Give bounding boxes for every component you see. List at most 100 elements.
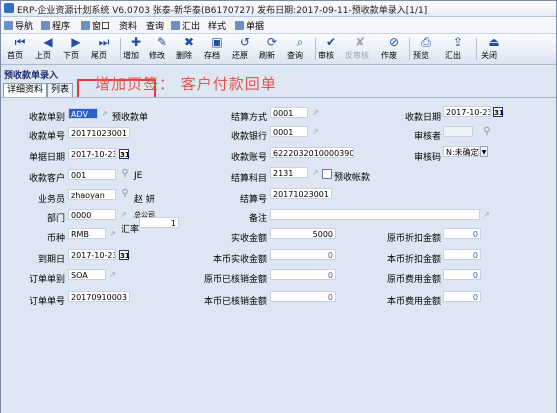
menu-style[interactable]: 样式 — [208, 19, 226, 32]
settle-subject-checkbox[interactable] — [322, 169, 332, 179]
prev-page-icon: ◀ — [43, 35, 53, 49]
remark-label: 备注 — [248, 214, 267, 224]
tab-list[interactable]: 列表 — [47, 83, 74, 97]
void-button[interactable]: ⊘ 作废 — [381, 36, 407, 63]
orig-fee-label: 原币费用金额 — [386, 275, 441, 285]
export-icon — [171, 21, 180, 30]
calendar-icon[interactable]: 31 — [119, 250, 130, 260]
currency-field[interactable]: RMB — [68, 228, 106, 239]
orig-writeoff-label: 原币已核销金额 — [203, 275, 267, 285]
local-discount-field[interactable]: 0 — [443, 249, 481, 260]
toolbar: ⏮ 首页 ◀ 上页 ▶ 下页 ⏭ 尾页 ✚ 增加 ✎ 修改 ✖ 删除 ▣ 存档 ↺ 还原 ⟳ 刷新 … — [1, 34, 556, 65]
toolbar-separator — [315, 38, 316, 60]
settle-method-field[interactable]: 0001 — [270, 107, 308, 118]
settle-no-field[interactable]: 20171023001 — [270, 188, 332, 199]
person-icon[interactable]: ⚲ — [119, 188, 131, 200]
annotation-text: 增加页签： 客户付款回单 — [95, 75, 277, 93]
orig-fee-field[interactable]: 0 — [443, 269, 481, 280]
order-no-field[interactable]: 20170910003 — [68, 291, 130, 302]
exit-icon: ⏏ — [488, 35, 500, 49]
chevron-down-icon[interactable]: ▼ — [480, 146, 488, 157]
document-icon — [235, 21, 244, 30]
calendar-icon[interactable]: 31 — [119, 149, 130, 159]
salesman-field[interactable]: zhaoyan — [68, 189, 116, 200]
preview-button[interactable]: ⎙ 预览 — [413, 36, 439, 63]
delete-icon: ✖ — [183, 35, 195, 49]
doc-no-field[interactable]: 20171023001 — [68, 127, 130, 138]
customer-label: 收款客户 — [28, 174, 65, 184]
lookup-icon[interactable]: ↗ — [311, 168, 320, 177]
menu-data[interactable]: 资料 — [119, 19, 137, 32]
orig-discount-field[interactable]: 0 — [443, 228, 481, 239]
local-actual-field[interactable]: 0 — [270, 249, 336, 260]
doc-type-field[interactable]: ADV — [68, 108, 98, 119]
save-button[interactable]: ▣ 存档 — [204, 36, 230, 63]
edit-icon: ✎ — [156, 35, 168, 49]
lookup-icon[interactable]: ↗ — [108, 229, 117, 238]
remark-field[interactable] — [270, 209, 480, 220]
menu-window[interactable]: 窗口 — [81, 19, 110, 32]
orig-discount-label: 原币折扣金额 — [386, 234, 441, 244]
auditor-field[interactable] — [443, 126, 473, 137]
order-type-field[interactable]: SOA — [68, 269, 106, 280]
auditor-label: 审核者 — [413, 132, 441, 142]
query-button[interactable]: ⌕ 查询 — [287, 36, 313, 63]
undo-button[interactable]: ↺ 还原 — [232, 36, 258, 63]
nav-icon — [4, 21, 13, 30]
window-title: ERP-企业资源计划系统 V6.0703 张泰-新华泰(B6170727) 发布… — [17, 6, 428, 16]
unapprove-button[interactable]: ✘ 反审核 — [345, 36, 375, 63]
app-icon — [4, 3, 14, 13]
audit-code-field[interactable]: N:未确定 — [443, 146, 479, 157]
delete-button[interactable]: ✖ 删除 — [176, 36, 202, 63]
account-label: 收款账号 — [230, 153, 267, 163]
bank-label: 收款银行 — [230, 132, 267, 142]
local-fee-field[interactable]: 0 — [443, 291, 481, 302]
edit-button[interactable]: ✎ 修改 — [149, 36, 175, 63]
menu-program[interactable]: 程序 — [41, 19, 70, 32]
lookup-icon[interactable]: ↗ — [119, 210, 128, 219]
lookup-icon[interactable]: ↗ — [311, 127, 320, 136]
doc-no-label: 收款单号 — [28, 132, 65, 142]
close-button[interactable]: ⏏ 关闭 — [481, 36, 507, 63]
due-date-label: 到期日 — [37, 255, 65, 265]
menu-export[interactable]: 汇出 — [171, 19, 200, 32]
export-icon: ⇪ — [452, 35, 464, 49]
next-page-button[interactable]: ▶ 下页 — [63, 36, 89, 63]
bank-field[interactable]: 0001 — [270, 126, 308, 137]
refresh-icon: ⟳ — [266, 35, 278, 49]
first-page-button[interactable]: ⏮ 首页 — [7, 36, 33, 63]
approve-button[interactable]: ✔ 审核 — [318, 36, 344, 63]
actual-amount-field[interactable]: 5000 — [270, 228, 336, 239]
lookup-icon[interactable]: ↗ — [100, 109, 109, 118]
prev-page-button[interactable]: ◀ 上页 — [35, 36, 61, 63]
export-button[interactable]: ⇪ 汇出 — [445, 36, 471, 63]
settle-subject-field[interactable]: 2131 — [270, 167, 308, 178]
tab-detail[interactable]: 详细资料 — [3, 83, 48, 97]
menu-document[interactable]: 单据 — [235, 19, 264, 32]
menu-query[interactable]: 查询 — [146, 19, 164, 32]
lookup-icon[interactable]: ↗ — [482, 210, 491, 219]
menu-bar: 导航 程序 窗口 资料 查询 汇出 样式 单据 — [1, 17, 556, 34]
person-icon[interactable]: ⚲ — [119, 168, 131, 180]
refresh-button[interactable]: ⟳ 刷新 — [259, 36, 285, 63]
lookup-icon[interactable]: ↗ — [311, 108, 320, 117]
orig-writeoff-field[interactable]: 0 — [270, 269, 336, 280]
printer-icon: ⎙ — [421, 35, 431, 49]
add-button[interactable]: ✚ 增加 — [123, 36, 149, 63]
person-icon[interactable]: ⚲ — [481, 126, 493, 138]
lookup-icon[interactable]: ↗ — [108, 270, 117, 279]
local-writeoff-field[interactable]: 0 — [270, 291, 336, 302]
last-page-button[interactable]: ⏭ 尾页 — [91, 36, 117, 63]
dept-field[interactable]: 0000 — [68, 209, 116, 220]
doc-date-label: 单据日期 — [28, 153, 65, 163]
recv-date-field[interactable]: 2017-10-23 — [443, 106, 491, 117]
doc-date-field[interactable]: 2017-10-23 — [68, 148, 116, 159]
doc-type-label: 收款单别 — [28, 113, 65, 123]
customer-field[interactable]: 001 — [68, 169, 116, 180]
account-field[interactable]: 6222032010000390075 — [270, 147, 354, 158]
salesman-label: 业务员 — [37, 195, 65, 205]
calendar-icon[interactable]: 31 — [493, 107, 504, 117]
menu-nav[interactable]: 导航 — [4, 19, 33, 32]
rate-field[interactable]: 1 — [139, 217, 179, 228]
due-date-field[interactable]: 2017-10-23 — [68, 249, 116, 260]
